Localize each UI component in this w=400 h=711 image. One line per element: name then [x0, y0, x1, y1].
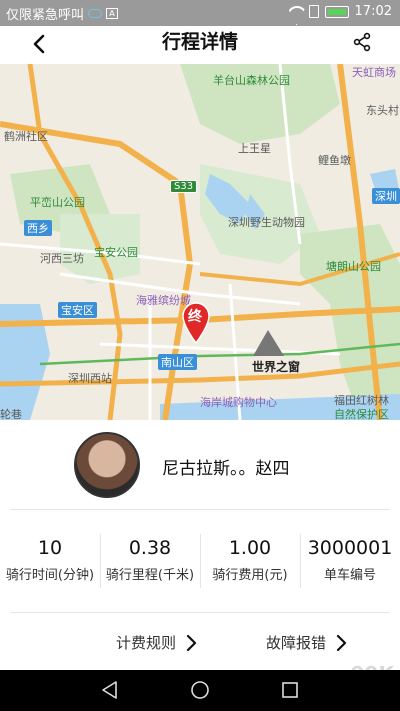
trip-links: 计费规则 故障报错	[0, 628, 400, 662]
stat-bike-number: 3000001 单车编号	[300, 530, 400, 592]
notification-icon: A	[106, 8, 119, 19]
stat-ride-time: 10 骑行时间(分钟)	[0, 530, 100, 592]
app-header: 行程详情	[0, 26, 400, 64]
carrier-text: 仅限紧急呼叫	[6, 8, 85, 23]
fault-report-link[interactable]: 故障报错	[266, 632, 348, 653]
stat-value: 10	[37, 537, 63, 559]
stat-ride-cost: 1.00 骑行费用(元)	[200, 530, 300, 592]
rider-name: 尼古拉斯。。赵四	[162, 459, 290, 479]
clock: 17:02	[354, 4, 392, 19]
divider	[10, 612, 390, 613]
end-location-pin[interactable]: 终	[181, 302, 211, 344]
fault-report-label: 故障报错	[266, 634, 327, 652]
map-label: 宝安公园	[94, 246, 138, 259]
map-label: 上王星	[238, 142, 271, 155]
map-label: 天虹商场	[352, 66, 396, 79]
share-icon[interactable]	[352, 32, 372, 52]
map-label: 鲤鱼墩	[318, 154, 351, 167]
map-label: 东头村	[366, 104, 399, 117]
map-label: 轮巷	[0, 408, 22, 420]
fee-rules-link[interactable]: 计费规则	[116, 632, 198, 653]
stat-label: 骑行费用(元)	[212, 568, 288, 583]
map-label: 南山区	[158, 354, 197, 370]
map-label: 鹤洲社区	[4, 130, 48, 143]
end-marker-label: 终	[188, 309, 202, 325]
map-label: 平峦山公园	[30, 196, 85, 209]
back-triangle-icon[interactable]	[100, 680, 120, 700]
map-label: 宝安区	[58, 302, 97, 318]
road-shield: S33	[170, 180, 198, 193]
recents-square-icon[interactable]	[280, 680, 300, 700]
map-label: 河西三坊	[40, 252, 84, 265]
stat-value: 1.00	[228, 537, 272, 559]
map-label: 深圳野生动物园	[228, 216, 305, 229]
cloud-icon	[88, 9, 103, 18]
map-label: 海岸城购物中心	[200, 396, 277, 409]
stat-label: 单车编号	[323, 568, 376, 583]
stat-label: 骑行时间(分钟)	[5, 568, 95, 583]
status-left: 仅限紧急呼叫 A	[6, 4, 119, 23]
sim-icon	[308, 5, 319, 18]
chevron-right-icon	[336, 634, 347, 651]
map-label: 西乡	[24, 220, 52, 236]
divider	[10, 509, 390, 510]
chevron-right-icon	[186, 634, 197, 651]
map-label: 羊台山森林公园	[213, 74, 290, 87]
battery-icon	[324, 5, 349, 18]
trip-map[interactable]: 羊台山森林公园 天虹商场 东头村 鹤洲社区 上王星 鲤鱼墩 S33 深圳 平峦山…	[0, 64, 400, 420]
rider-profile: 尼古拉斯。。赵四	[0, 420, 400, 510]
map-label: 深圳西站	[68, 372, 112, 385]
home-circle-icon[interactable]	[190, 680, 210, 700]
system-nav-bar	[0, 670, 400, 711]
stat-value: 0.38	[128, 537, 172, 559]
status-bar: 仅限紧急呼叫 A 17:02	[0, 0, 400, 26]
map-background	[0, 64, 400, 420]
avatar[interactable]	[74, 432, 140, 498]
stat-ride-distance: 0.38 骑行里程(千米)	[100, 530, 200, 592]
wifi-icon	[287, 6, 303, 18]
stat-label: 骑行里程(千米)	[105, 568, 195, 583]
map-label: 塘朗山公园	[326, 260, 381, 273]
fee-rules-label: 计费规则	[116, 634, 177, 652]
map-label: 自然保护区	[334, 408, 389, 420]
map-label: 世界之窗	[252, 360, 301, 374]
status-right: 17:02	[287, 4, 392, 19]
page-title: 行程详情	[161, 31, 238, 53]
trip-stats: 10 骑行时间(分钟) 0.38 骑行里程(千米) 1.00 骑行费用(元) 3…	[0, 530, 400, 592]
map-label: 深圳	[372, 188, 400, 204]
stat-value: 3000001	[307, 537, 393, 559]
